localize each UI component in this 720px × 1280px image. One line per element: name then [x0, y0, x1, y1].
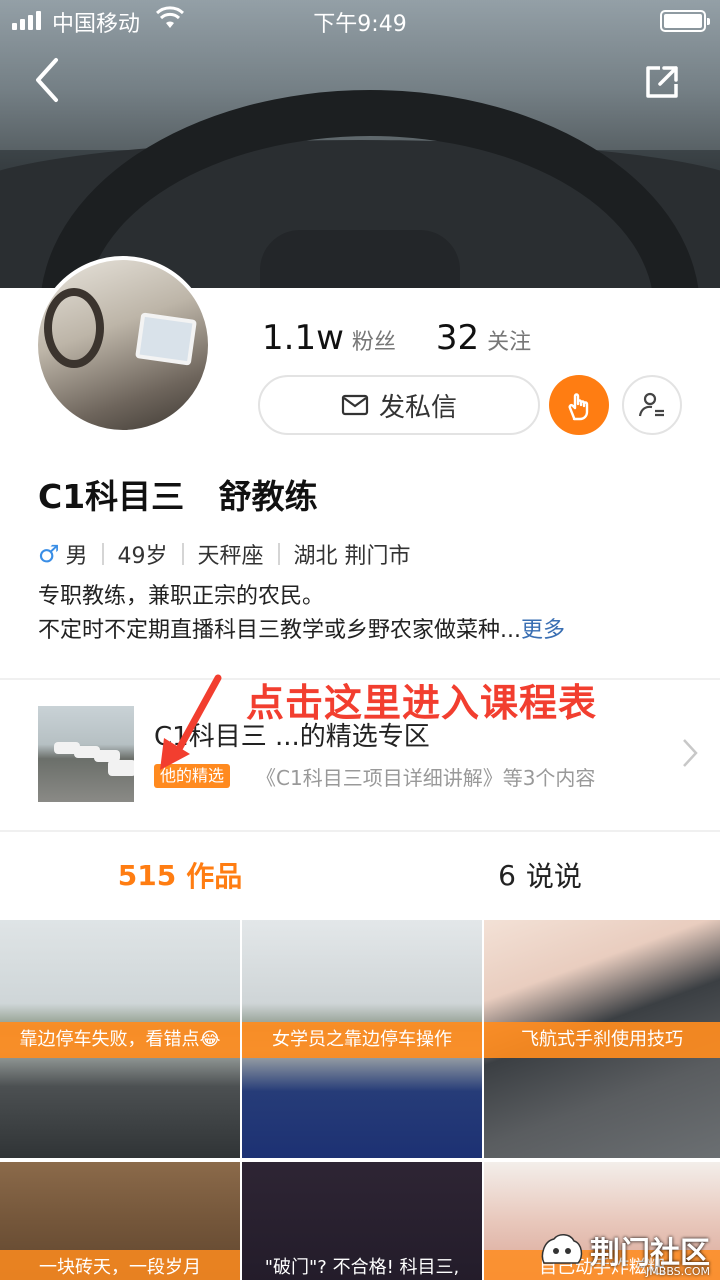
tab-works[interactable]: 515 作品 — [0, 832, 360, 918]
user-settings-icon — [638, 392, 664, 417]
back-button[interactable] — [28, 56, 68, 104]
profile-stats: 1.1w 粉丝 32 关注 — [262, 318, 531, 358]
send-message-label: 发私信 — [378, 392, 457, 423]
annotation-arrow-icon — [160, 674, 222, 770]
location-text: 湖北 荆门市 — [293, 544, 411, 569]
profile-cover-image — [0, 0, 720, 290]
video-thumbnail[interactable]: 靠边停车失败，看错点😂 — [0, 920, 240, 1158]
user-settings-button[interactable] — [622, 375, 682, 435]
watermark-logo-icon — [541, 1234, 583, 1264]
gender-text: 男 — [65, 544, 88, 569]
video-thumbnail[interactable]: "破门"? 不合格! 科目三, — [242, 1162, 482, 1280]
male-icon: ♂ — [38, 540, 60, 568]
share-button[interactable] — [642, 62, 682, 102]
content-tabs: 515 作品 6 说说 — [0, 832, 720, 918]
status-bar: 中国移动 下午9:49 — [0, 0, 720, 40]
battery-icon — [660, 10, 710, 32]
video-caption: 飞航式手刹使用技巧 — [484, 1022, 720, 1058]
featured-description: 《C1科目三项目详细讲解》等3个内容 — [256, 766, 596, 790]
profile-meta: ♂ 男 49岁 天秤座 湖北 荆门市 — [38, 538, 411, 570]
cover-wheel-hub — [260, 230, 460, 290]
video-caption: 女学员之靠边停车操作 — [242, 1022, 482, 1058]
bio-more-link[interactable]: 更多 — [521, 618, 565, 643]
tab-works-label: 作品 — [186, 860, 243, 893]
tap-hand-icon — [568, 393, 589, 421]
following-count[interactable]: 32 — [436, 318, 479, 358]
video-caption: 靠边停车失败，看错点😂 — [0, 1022, 240, 1058]
bio-line-2: 不定时不定期直播科目三教学或乡野农家做菜种... — [38, 618, 521, 643]
watermark-subtext: JMBBS.COM — [646, 1265, 710, 1278]
followers-count[interactable]: 1.1w — [262, 318, 344, 358]
following-label[interactable]: 关注 — [487, 324, 531, 356]
video-caption: 一块砖天，一段岁月 — [0, 1250, 240, 1280]
clock: 下午9:49 — [313, 12, 407, 37]
profile-name: C1科目三 舒教练 — [38, 477, 318, 516]
video-thumbnail[interactable]: 女学员之靠边停车操作 — [242, 920, 482, 1158]
video-thumbnail[interactable]: 一块砖天，一段岁月 — [0, 1162, 240, 1280]
bio-line-1: 专职教练，兼职正宗的农民。 — [38, 584, 325, 609]
video-grid: 靠边停车失败，看错点😂 女学员之靠边停车操作 飞航式手刹使用技巧 一块砖天，一段… — [0, 920, 720, 1280]
zodiac-text: 天秤座 — [197, 544, 264, 569]
tab-posts-label: 说说 — [525, 860, 582, 893]
avatar[interactable] — [34, 256, 212, 434]
mail-icon — [341, 394, 369, 416]
video-thumbnail[interactable]: 飞航式手刹使用技巧 — [484, 920, 720, 1158]
video-caption: "破门"? 不合格! 科目三, — [264, 1257, 460, 1278]
featured-thumbnail — [38, 706, 134, 802]
chevron-right-icon — [682, 738, 698, 772]
chevron-left-icon — [36, 58, 58, 102]
profile-bio: 专职教练，兼职正宗的农民。 不定时不定期直播科目三教学或乡野农家做菜种...更多 — [38, 580, 565, 648]
send-message-button[interactable]: 发私信 — [258, 375, 540, 435]
follow-button[interactable] — [549, 375, 609, 435]
tab-works-count: 515 — [117, 858, 177, 892]
profile-card: 1.1w 粉丝 32 关注 发私信 C1科目三 舒教练 ♂ 男 49岁 天秤座 … — [0, 256, 720, 678]
tab-posts[interactable]: 6 说说 — [360, 832, 720, 918]
followers-label[interactable]: 粉丝 — [352, 324, 396, 356]
tab-posts-count: 6 — [498, 858, 516, 892]
share-icon — [646, 66, 678, 98]
watermark: 荆门社区 JMBBS.COM — [540, 1228, 710, 1278]
annotation-text: 点击这里进入课程表 — [246, 681, 598, 725]
age-text: 49岁 — [117, 544, 168, 569]
